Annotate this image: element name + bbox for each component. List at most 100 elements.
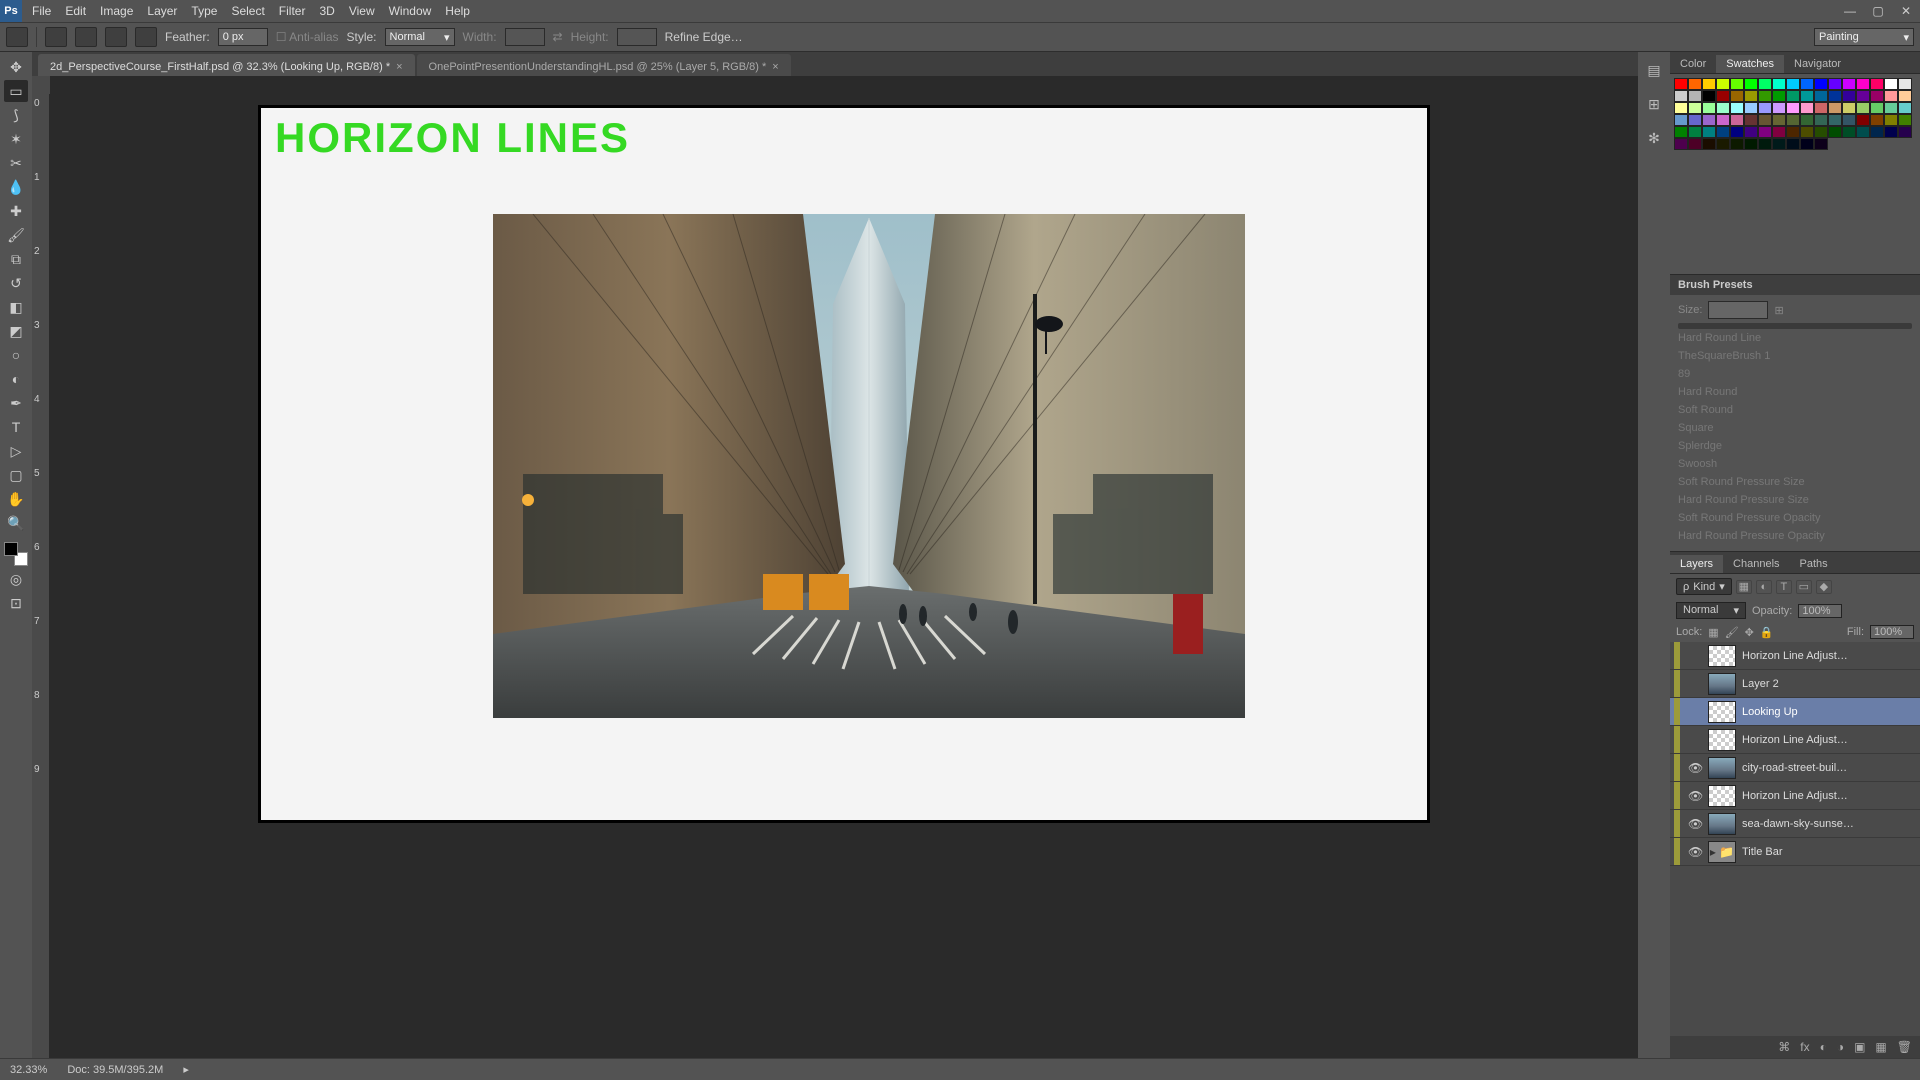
quick-mask-toggle[interactable]: ◎ (4, 568, 28, 590)
history-brush-tool[interactable]: ↺ (4, 272, 28, 294)
swatch[interactable] (1814, 102, 1828, 114)
new-layer-icon[interactable]: ▦ (1875, 1040, 1886, 1054)
shape-tool[interactable]: ▢ (4, 464, 28, 486)
layer-row[interactable]: Looking Up (1670, 698, 1920, 726)
swatch[interactable] (1674, 126, 1688, 138)
swatch[interactable] (1674, 138, 1688, 150)
close-button[interactable]: ✕ (1892, 0, 1920, 22)
swatch[interactable] (1716, 138, 1730, 150)
swatch[interactable] (1758, 78, 1772, 90)
swatch[interactable] (1842, 114, 1856, 126)
swatch[interactable] (1856, 126, 1870, 138)
swatch[interactable] (1702, 90, 1716, 102)
swatch[interactable] (1786, 90, 1800, 102)
swatch[interactable] (1772, 114, 1786, 126)
brush-preset-item[interactable]: Hard Round Pressure Opacity (1678, 527, 1912, 545)
pen-tool[interactable]: ✒ (4, 392, 28, 414)
menu-type[interactable]: Type (191, 4, 217, 18)
filter-shape-icon[interactable]: ▭ (1796, 580, 1812, 594)
swatch[interactable] (1828, 102, 1842, 114)
layer-list[interactable]: Horizon Line Adjust…Layer 2Looking UpHor… (1670, 642, 1920, 1036)
swatch[interactable] (1884, 102, 1898, 114)
eraser-tool[interactable]: ◧ (4, 296, 28, 318)
swatch[interactable] (1716, 90, 1730, 102)
layer-name[interactable]: Horizon Line Adjust… (1742, 734, 1916, 746)
crop-tool[interactable]: ✂ (4, 152, 28, 174)
swatch[interactable] (1898, 126, 1912, 138)
brush-preset-item[interactable]: Soft Round Pressure Opacity (1678, 509, 1912, 527)
layer-thumbnail[interactable] (1708, 673, 1736, 695)
lock-move-icon[interactable]: ✥ (1745, 626, 1754, 639)
swatch[interactable] (1688, 114, 1702, 126)
swatch[interactable] (1744, 90, 1758, 102)
swatch[interactable] (1870, 90, 1884, 102)
opacity-input[interactable]: 100% (1798, 604, 1842, 618)
layer-name[interactable]: Title Bar (1742, 846, 1916, 858)
canvas-stage[interactable]: HORIZON LINES (50, 94, 1638, 1058)
panel-tab-color[interactable]: Color (1670, 55, 1716, 73)
swatch[interactable] (1898, 114, 1912, 126)
swatch[interactable] (1786, 102, 1800, 114)
swatch[interactable] (1744, 114, 1758, 126)
swatch[interactable] (1842, 78, 1856, 90)
swatch[interactable] (1730, 114, 1744, 126)
layer-thumbnail[interactable] (1708, 729, 1736, 751)
panel-tab-channels[interactable]: Channels (1723, 555, 1789, 573)
swatch[interactable] (1870, 114, 1884, 126)
lock-all-icon[interactable]: 🔒 (1760, 626, 1774, 639)
dodge-tool[interactable]: ◐ (4, 368, 28, 390)
feather-input[interactable] (218, 28, 268, 46)
panel-tab-layers[interactable]: Layers (1670, 555, 1723, 573)
swatch[interactable] (1702, 114, 1716, 126)
close-tab-icon[interactable]: × (396, 61, 402, 73)
layer-row[interactable]: Horizon Line Adjust… (1670, 726, 1920, 754)
filter-type-icon[interactable]: T (1776, 580, 1792, 594)
swatch[interactable] (1870, 126, 1884, 138)
new-group-icon[interactable]: ▣ (1854, 1040, 1865, 1054)
swatch[interactable] (1730, 126, 1744, 138)
swatch[interactable] (1842, 90, 1856, 102)
maximize-button[interactable]: ▢ (1864, 0, 1892, 22)
swatch[interactable] (1856, 114, 1870, 126)
layer-row[interactable]: Horizon Line Adjust… (1670, 642, 1920, 670)
swatch[interactable] (1688, 102, 1702, 114)
swatch[interactable] (1758, 90, 1772, 102)
swatch[interactable] (1744, 102, 1758, 114)
visibility-toggle[interactable]: 👁 (1688, 845, 1702, 859)
swatch[interactable] (1702, 102, 1716, 114)
swatch[interactable] (1856, 78, 1870, 90)
swatch[interactable] (1828, 90, 1842, 102)
tool-preset-picker[interactable] (6, 27, 28, 47)
properties-icon[interactable]: ⊞ (1644, 94, 1664, 114)
swatch[interactable] (1828, 114, 1842, 126)
menu-view[interactable]: View (349, 4, 375, 18)
healing-brush-tool[interactable]: ✚ (4, 200, 28, 222)
selection-add-button[interactable] (75, 27, 97, 47)
refine-edge-button[interactable]: Refine Edge… (665, 30, 743, 44)
brush-preset-item[interactable]: Soft Round (1678, 401, 1912, 419)
swatch[interactable] (1870, 78, 1884, 90)
swatch[interactable] (1688, 78, 1702, 90)
swatch[interactable] (1856, 90, 1870, 102)
text-tool[interactable]: T (4, 416, 28, 438)
menu-filter[interactable]: Filter (279, 4, 306, 18)
menu-file[interactable]: File (32, 4, 51, 18)
swatch[interactable] (1688, 138, 1702, 150)
brush-preset-item[interactable]: Hard Round Pressure Size (1678, 491, 1912, 509)
menu-window[interactable]: Window (389, 4, 432, 18)
layer-thumbnail[interactable] (1708, 701, 1736, 723)
layer-mask-icon[interactable]: ◐ (1820, 1040, 1827, 1054)
lock-trans-icon[interactable]: ▦ (1708, 626, 1718, 639)
layer-name[interactable]: Horizon Line Adjust… (1742, 790, 1916, 802)
swatch[interactable] (1814, 78, 1828, 90)
brush-preset-item[interactable]: Soft Round Pressure Size (1678, 473, 1912, 491)
swatch[interactable] (1800, 126, 1814, 138)
menu-layer[interactable]: Layer (147, 4, 177, 18)
selection-intersect-button[interactable] (135, 27, 157, 47)
swatch[interactable] (1730, 102, 1744, 114)
swatch[interactable] (1716, 126, 1730, 138)
fill-input[interactable]: 100% (1870, 625, 1914, 639)
filter-adjust-icon[interactable]: ◐ (1756, 580, 1772, 594)
swatch[interactable] (1716, 102, 1730, 114)
swatch[interactable] (1814, 126, 1828, 138)
